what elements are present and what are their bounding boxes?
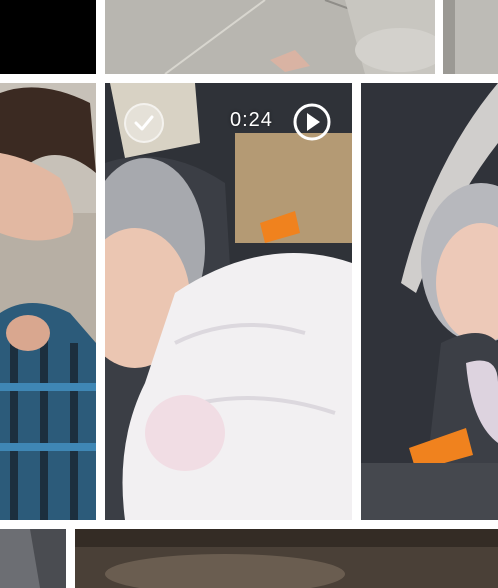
photo-image xyxy=(0,83,96,520)
photo-image xyxy=(443,0,498,74)
photo-thumbnail[interactable] xyxy=(443,0,498,74)
video-thumbnail[interactable]: 0:24 xyxy=(105,83,352,520)
photo-thumbnail[interactable] xyxy=(361,83,498,520)
photo-thumbnail[interactable] xyxy=(0,83,96,520)
photo-thumbnail[interactable] xyxy=(105,0,435,74)
photo-image xyxy=(105,0,435,74)
photo-thumbnail[interactable] xyxy=(0,529,66,588)
select-checkbox[interactable] xyxy=(124,103,164,143)
photo-image xyxy=(0,529,66,588)
photo-thumbnail[interactable] xyxy=(0,0,96,74)
photo-image xyxy=(361,83,498,520)
video-image xyxy=(105,83,352,520)
play-button[interactable] xyxy=(292,102,332,142)
check-icon xyxy=(134,115,154,131)
photo-image xyxy=(75,529,498,588)
play-icon xyxy=(293,103,331,141)
video-duration: 0:24 xyxy=(230,109,273,131)
photo-thumbnail[interactable] xyxy=(75,529,498,588)
